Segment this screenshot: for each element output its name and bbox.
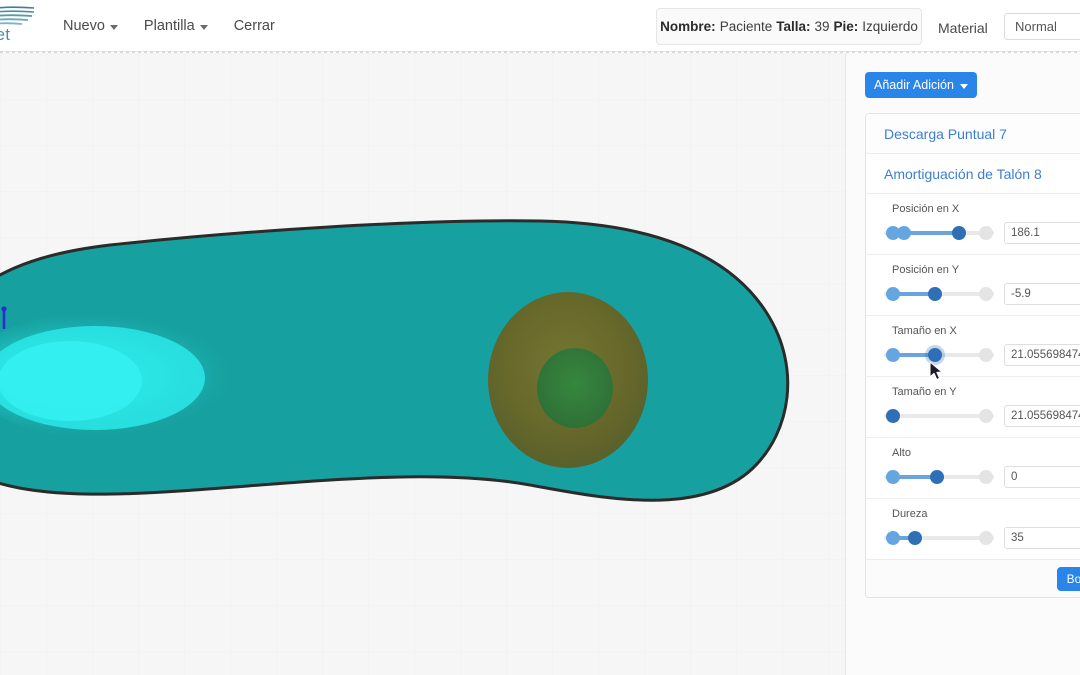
chevron-down-icon — [109, 24, 118, 30]
slider-handle-tamano-en-x-1[interactable] — [928, 348, 942, 362]
patient-pie-label: Pie: — [833, 19, 859, 34]
patient-info-box: Nombre: Paciente Talla: 39 Pie: Izquierd… — [656, 8, 922, 45]
insole-3d-viewport[interactable] — [0, 53, 845, 675]
slider-handle-tamano-en-y-1[interactable] — [978, 409, 993, 423]
slider-posicion-en-y[interactable] — [884, 286, 994, 302]
value-text: 21.0556984743899 — [1011, 349, 1080, 361]
value-input-tamano-en-y[interactable]: 21.0556984743899 — [1004, 405, 1080, 427]
additions-accordion: Descarga Puntual 7 Amortiguación de Taló… — [865, 113, 1080, 598]
value-input-posicion-en-y[interactable]: -5.9 — [1004, 283, 1080, 305]
patient-talla-value: 39 — [814, 19, 830, 34]
value-text: -5.9 — [1011, 288, 1031, 300]
control-row-tamano-en-x: Tamaño en X 21.0556984743899 — [866, 316, 1080, 377]
accordion-footer: Borrar — [866, 559, 1080, 597]
application-root: eet Nuevo Plantilla Cerrar Nombre: Pacie… — [0, 0, 1080, 675]
slider-handle-posicion-en-x-2[interactable] — [952, 226, 967, 240]
addition-controls-list: Posición en X 186.1 Posición en Y -5.9 Tamañ… — [866, 194, 1080, 559]
value-text: 0 — [1011, 471, 1018, 483]
menu-plantilla-label: Plantilla — [143, 18, 195, 34]
slider-handle-alto-0[interactable] — [886, 470, 901, 484]
value-text: 21.0556984743899 — [1011, 410, 1080, 422]
control-line: 21.0556984743899 — [866, 405, 1080, 427]
value-text: 186.1 — [1011, 227, 1040, 239]
control-line: 35 — [866, 527, 1080, 549]
top-toolbar: eet Nuevo Plantilla Cerrar Nombre: Pacie… — [0, 0, 1080, 52]
control-line: 186.1 — [866, 222, 1080, 244]
value-input-alto[interactable]: 0 — [1004, 466, 1080, 488]
slider-track[interactable] — [884, 414, 994, 418]
slider-alto[interactable] — [884, 469, 994, 485]
slider-handle-posicion-en-y-2[interactable] — [978, 287, 993, 301]
control-label-tamano-en-x: Tamaño en X — [892, 325, 957, 337]
control-label-dureza: Dureza — [892, 508, 928, 520]
heel-cushion-addition[interactable] — [488, 292, 648, 468]
control-row-alto: Alto 0 — [866, 438, 1080, 499]
slider-tamano-en-x[interactable] — [884, 347, 994, 363]
control-label-posicion-en-x: Posición en X — [892, 203, 960, 215]
patient-pie-value: Izquierdo — [862, 19, 918, 34]
patient-nombre-value: Paciente — [719, 19, 773, 34]
slider-handle-dureza-0[interactable] — [886, 531, 901, 545]
slider-handle-posicion-en-x-1[interactable] — [897, 226, 912, 240]
logo-text: eet — [0, 25, 11, 44]
control-row-posicion-en-x: Posición en X 186.1 — [866, 194, 1080, 255]
menu-nuevo[interactable]: Nuevo — [50, 12, 131, 40]
slider-dureza[interactable] — [884, 530, 994, 546]
slider-handle-tamano-en-x-0[interactable] — [886, 348, 901, 362]
menu-cerrar[interactable]: Cerrar — [221, 12, 288, 40]
accordion-item-label: Amortiguación de Talón 8 — [884, 165, 1042, 182]
control-row-posicion-en-y: Posición en Y -5.9 — [866, 255, 1080, 316]
main-menu: Nuevo Plantilla Cerrar — [50, 0, 288, 52]
accordion-item-label: Descarga Puntual 7 — [884, 125, 1007, 142]
accordion-amortiguacion-talon-8[interactable]: Amortiguación de Talón 8 — [866, 154, 1080, 194]
material-selected-value: Normal — [1015, 19, 1057, 34]
slider-handle-tamano-en-y-0[interactable] — [886, 409, 901, 423]
slider-handle-posicion-en-y-0[interactable] — [886, 287, 901, 301]
slider-handle-dureza-1[interactable] — [908, 531, 923, 545]
control-label-tamano-en-y: Tamaño en Y — [892, 386, 957, 398]
slider-posicion-en-x[interactable] — [884, 225, 994, 241]
addition-properties-panel: Añadir Adición Descarga Puntual 7 Amorti… — [845, 53, 1080, 675]
menu-cerrar-label: Cerrar — [233, 18, 275, 34]
patient-talla-label: Talla: — [776, 19, 811, 34]
control-label-posicion-en-y: Posición en Y — [892, 264, 960, 276]
slider-tamano-en-y[interactable] — [884, 408, 994, 424]
value-text: 35 — [1011, 532, 1024, 544]
value-input-posicion-en-x[interactable]: 186.1 — [1004, 222, 1080, 244]
chevron-down-icon — [959, 83, 968, 89]
wave-lines-logo-icon — [0, 6, 35, 25]
material-select[interactable]: Normal — [1004, 13, 1080, 40]
control-line: 21.0556984743899 — [866, 344, 1080, 366]
slider-handle-alto-1[interactable] — [930, 470, 945, 484]
delete-addition-button[interactable]: Borrar — [1056, 566, 1080, 591]
slider-handle-posicion-en-x-3[interactable] — [978, 226, 993, 240]
value-input-dureza[interactable]: 35 — [1004, 527, 1080, 549]
value-input-tamano-en-x[interactable]: 21.0556984743899 — [1004, 344, 1080, 366]
control-line: -5.9 — [866, 283, 1080, 305]
patient-nombre-label: Nombre: — [660, 19, 716, 34]
control-row-tamano-en-y: Tamaño en Y 21.0556984743899 — [866, 377, 1080, 438]
app-logo[interactable]: eet — [0, 2, 36, 48]
slider-handle-dureza-2[interactable] — [978, 531, 993, 545]
material-label: Material — [938, 20, 988, 36]
add-addition-label: Añadir Adición — [874, 78, 954, 92]
add-addition-button[interactable]: Añadir Adición — [865, 72, 977, 98]
slider-handle-posicion-en-y-1[interactable] — [928, 287, 942, 301]
slider-handle-alto-2[interactable] — [978, 470, 993, 484]
slider-handle-tamano-en-x-2[interactable] — [978, 348, 993, 362]
insole-render — [0, 219, 790, 502]
accordion-descarga-puntual-7[interactable]: Descarga Puntual 7 — [866, 114, 1080, 154]
control-label-alto: Alto — [892, 447, 911, 459]
menu-nuevo-label: Nuevo — [63, 18, 105, 34]
menu-plantilla[interactable]: Plantilla — [131, 12, 221, 40]
chevron-down-icon — [199, 24, 208, 30]
control-row-dureza: Dureza 35 — [866, 499, 1080, 559]
control-line: 0 — [866, 466, 1080, 488]
